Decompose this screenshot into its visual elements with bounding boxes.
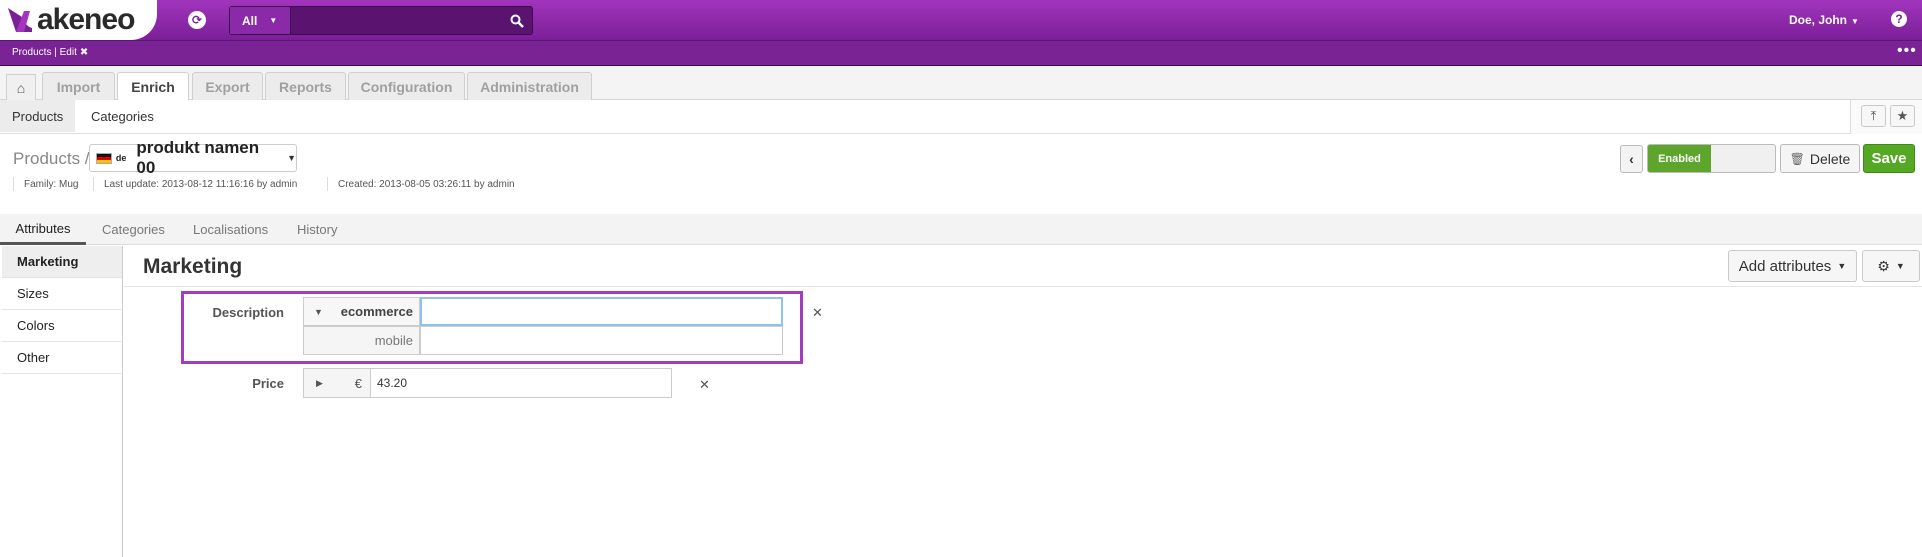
chevron-down-icon: ▼	[287, 153, 296, 163]
minimize-icon[interactable]: ⤒	[1861, 105, 1886, 127]
add-attributes-label: Add attributes	[1738, 257, 1832, 275]
product-title: produkt namen 00	[136, 138, 260, 177]
settings-button[interactable]: ⚙ ▼	[1862, 250, 1920, 282]
user-menu[interactable]: Doe, John ▼	[1789, 13, 1859, 27]
divider	[93, 177, 94, 191]
tab-reports[interactable]: Reports	[265, 72, 346, 100]
price-currency-toggle[interactable]: ▶ €	[303, 368, 371, 398]
german-flag-icon	[96, 152, 112, 164]
pin-bar: Products | Edit ✖ •••	[0, 40, 1922, 66]
scope-label: ecommerce	[340, 304, 413, 319]
tab-attributes[interactable]: Attributes	[0, 214, 86, 245]
section-tabs: Attributes Categories Localisations Hist…	[0, 214, 1922, 245]
add-attributes-button[interactable]: Add attributes ▼	[1728, 250, 1857, 282]
status-toggle[interactable]: Enabled	[1647, 144, 1776, 173]
close-icon[interactable]: ✖	[80, 47, 88, 58]
scope-mobile: mobile	[303, 326, 420, 355]
user-name: Doe, John	[1789, 13, 1848, 27]
divider	[327, 177, 328, 191]
scope-label: mobile	[374, 333, 413, 348]
remove-attribute-icon[interactable]: ✕	[812, 305, 823, 321]
search-icon[interactable]	[502, 7, 532, 34]
more-icon[interactable]: •••	[1897, 42, 1917, 60]
delete-label: Delete	[1809, 150, 1851, 167]
tab-import[interactable]: Import	[42, 72, 115, 100]
tab-configuration[interactable]: Configuration	[348, 72, 465, 100]
tab-enrich[interactable]: Enrich	[117, 72, 189, 101]
breadcrumb-products[interactable]: Products /	[13, 149, 90, 169]
chevron-down-icon: ▼	[269, 16, 278, 25]
tab-administration[interactable]: Administration	[467, 72, 592, 100]
status-enabled-label: Enabled	[1648, 145, 1711, 172]
locale-code: de	[115, 153, 127, 163]
top-bar: akeneo ⟳ All ▼ Doe, John ▼ ?	[0, 0, 1922, 40]
subnav-products[interactable]: Products	[0, 100, 75, 132]
description-mobile-input[interactable]	[420, 326, 783, 355]
search-input[interactable]	[291, 7, 502, 34]
main-navigation: ⌂ Import Enrich Export Reports Configura…	[0, 66, 1922, 101]
logo-text: akeneo	[37, 3, 135, 36]
tab-categories[interactable]: Categories	[102, 214, 165, 244]
search-bar: All ▼	[229, 6, 533, 35]
help-icon[interactable]: ?	[1891, 11, 1907, 27]
tab-history[interactable]: History	[297, 214, 337, 244]
back-button[interactable]: ‹	[1620, 145, 1643, 173]
price-value: 43.20	[377, 376, 408, 390]
delete-button[interactable]: 🗑 Delete	[1780, 144, 1860, 173]
group-other[interactable]: Other	[2, 342, 122, 374]
remove-attribute-icon[interactable]: ✕	[699, 377, 710, 393]
star-icon[interactable]: ★	[1890, 105, 1915, 127]
chevron-down-icon: ▼	[1895, 261, 1905, 271]
price-label: Price	[252, 376, 284, 391]
product-family: Family: Mug	[24, 179, 79, 190]
akeneo-logo[interactable]: akeneo	[0, 0, 157, 40]
description-label: Description	[212, 305, 284, 320]
price-input[interactable]: 43.20	[370, 368, 672, 398]
caret-right-icon: ▶	[316, 377, 323, 388]
group-title: Marketing	[143, 255, 243, 278]
caret-down-icon: ▼	[314, 306, 323, 317]
refresh-icon[interactable]: ⟳	[188, 11, 206, 29]
tab-export[interactable]: Export	[192, 72, 263, 100]
search-scope-label: All	[242, 13, 258, 28]
created-date: Created: 2013-08-05 03:26:11 by admin	[338, 179, 515, 190]
last-update: Last update: 2013-08-12 11:16:16 by admi…	[104, 179, 298, 190]
gear-icon: ⚙	[1877, 257, 1890, 274]
search-scope-select[interactable]: All ▼	[230, 7, 291, 34]
chevron-down-icon: ▼	[1837, 261, 1847, 271]
group-colors[interactable]: Colors	[2, 310, 122, 342]
group-sizes[interactable]: Sizes	[2, 278, 122, 310]
locale-selector[interactable]: de produkt namen 00 ▼	[89, 138, 297, 177]
chevron-down-icon: ▼	[1851, 17, 1859, 26]
group-marketing[interactable]: Marketing	[2, 246, 122, 278]
attribute-groups: Marketing Sizes Colors Other	[2, 246, 123, 557]
content-header: Marketing Add attributes ▼ ⚙ ▼	[124, 246, 1922, 287]
home-icon[interactable]: ⌂	[6, 74, 36, 100]
pinned-page[interactable]: Products | Edit ✖	[12, 47, 88, 58]
logo-mark-icon	[8, 8, 32, 32]
trash-icon: 🗑	[1789, 151, 1805, 166]
scope-toggle-ecommerce[interactable]: ▼ ecommerce	[303, 297, 420, 326]
sub-navigation: Products Categories ⤒ ★	[0, 100, 1922, 134]
tab-localisations[interactable]: Localisations	[193, 214, 268, 244]
pinned-page-label: Products | Edit	[12, 47, 77, 58]
divider	[13, 177, 14, 191]
subnav-categories[interactable]: Categories	[79, 100, 166, 132]
page-tools: ⤒ ★	[1850, 100, 1922, 134]
currency-symbol: €	[354, 375, 362, 391]
description-ecommerce-input[interactable]	[420, 297, 783, 326]
save-button[interactable]: Save	[1863, 144, 1915, 173]
